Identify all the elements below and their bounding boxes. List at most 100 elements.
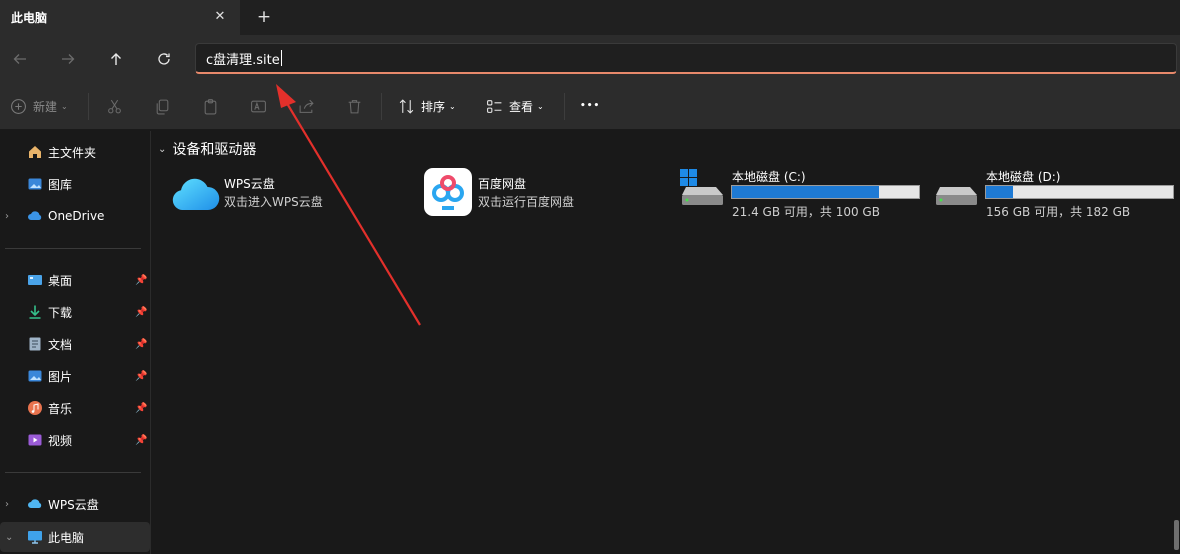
drive-space: 21.4 GB 可用，共 100 GB [732, 205, 880, 219]
address-input[interactable]: c盘清理.site [206, 49, 280, 68]
tile-wps-cloud[interactable]: WPS云盘 双击进入WPS云盘 [170, 170, 410, 220]
close-tab-icon[interactable]: ✕ [212, 9, 228, 25]
sidebar-item-label: 桌面 [48, 273, 73, 288]
drive-space: 156 GB 可用，共 182 GB [986, 205, 1131, 219]
copy-icon [156, 99, 169, 114]
delete-button[interactable] [346, 95, 363, 117]
drive-usage-bar [731, 185, 920, 199]
sort-label: 排序 [421, 99, 446, 114]
copy-button[interactable] [154, 95, 171, 117]
pin-icon[interactable]: 📌 [135, 371, 147, 382]
sidebar-item-documents[interactable]: 文档 📌 [0, 330, 150, 358]
chevron-right-icon[interactable]: › [5, 211, 9, 222]
pin-icon[interactable]: 📌 [135, 307, 147, 318]
drive-usage-fill [986, 186, 1013, 198]
sidebar-item-this-pc[interactable]: ⌄ 此电脑 [0, 522, 150, 552]
chevron-right-icon[interactable]: › [5, 499, 9, 510]
drive-name: 本地磁盘 (C:) [732, 170, 806, 184]
download-icon [26, 304, 43, 321]
home-icon [26, 144, 43, 161]
tile-baidu-netdisk[interactable]: 百度网盘 双击运行百度网盘 [424, 168, 664, 218]
address-bar[interactable]: c盘清理.site [195, 43, 1177, 74]
pin-icon[interactable]: 📌 [135, 275, 147, 286]
forward-icon[interactable] [56, 47, 80, 71]
share-icon [299, 99, 314, 113]
sidebar-item-music[interactable]: 音乐 📌 [0, 394, 150, 422]
up-icon[interactable] [104, 47, 128, 71]
video-icon [26, 432, 43, 449]
drive-icon [932, 167, 980, 207]
new-label: 新建 [33, 99, 58, 114]
sidebar-item-downloads[interactable]: 下载 📌 [0, 298, 150, 326]
system-drive-icon [678, 167, 726, 207]
pin-icon[interactable]: 📌 [135, 403, 147, 414]
sort-icon [399, 98, 414, 114]
chevron-down-icon: ⌄ [61, 101, 68, 111]
paste-button[interactable] [202, 95, 219, 117]
sidebar-item-videos[interactable]: 视频 📌 [0, 426, 150, 454]
new-button[interactable]: 新建 ⌄ [10, 95, 68, 117]
navigation-pane: 主文件夹 图库 › OneDrive 桌面 📌 下载 📌 文档 📌 图片 📌 音… [0, 131, 150, 554]
sidebar-item-label: 主文件夹 [48, 145, 97, 160]
refresh-icon[interactable] [152, 47, 176, 71]
new-tab-icon[interactable]: + [256, 9, 272, 26]
sidebar-item-gallery[interactable]: 图库 [0, 170, 150, 198]
tile-description: 双击进入WPS云盘 [224, 195, 323, 209]
sidebar-item-wps-cloud[interactable]: › WPS云盘 [0, 490, 150, 518]
sidebar-item-onedrive[interactable]: › OneDrive [0, 202, 150, 230]
sidebar-item-label: OneDrive [48, 209, 105, 223]
command-bar: 新建 ⌄ 排序 ⌄ 查看 ⌄ ••• [0, 83, 1180, 130]
tab-this-pc[interactable]: 此电脑 ✕ [0, 0, 240, 35]
gallery-icon [26, 176, 43, 193]
cut-button[interactable] [106, 95, 123, 117]
sidebar-item-desktop[interactable]: 桌面 📌 [0, 266, 150, 294]
music-icon [26, 400, 43, 417]
this-pc-icon [26, 529, 43, 546]
sidebar-item-label: WPS云盘 [48, 497, 99, 512]
sidebar-item-home[interactable]: 主文件夹 [0, 138, 150, 166]
pane-divider[interactable] [150, 131, 151, 554]
chevron-down-icon[interactable]: ⌄ [5, 532, 13, 543]
text-caret [280, 50, 282, 66]
drive-usage-bar [985, 185, 1174, 199]
back-icon[interactable] [8, 47, 32, 71]
section-header-devices[interactable]: ⌄ 设备和驱动器 [158, 138, 256, 160]
pin-icon[interactable]: 📌 [135, 435, 147, 446]
baidu-netdisk-icon [424, 168, 472, 216]
document-icon [26, 336, 43, 353]
more-options-button[interactable]: ••• [580, 95, 600, 117]
scrollbar-thumb[interactable] [1174, 520, 1179, 550]
rename-icon [251, 100, 266, 112]
sort-button[interactable]: 排序 ⌄ [398, 95, 456, 117]
toolbar-divider [381, 93, 382, 120]
chevron-down-icon: ⌄ [449, 101, 456, 111]
drive-c[interactable]: 本地磁盘 (C:) 21.4 GB 可用，共 100 GB [678, 165, 923, 220]
view-button[interactable]: 查看 ⌄ [486, 95, 544, 117]
rename-button[interactable] [250, 95, 267, 117]
chevron-down-icon: ⌄ [537, 101, 544, 111]
onedrive-icon [26, 208, 43, 225]
plus-circle-icon [11, 98, 26, 114]
more-icon: ••• [580, 101, 601, 111]
sidebar-divider [5, 248, 141, 249]
tab-title: 此电脑 [11, 11, 48, 25]
sidebar-item-label: 图片 [48, 369, 73, 384]
share-button[interactable] [298, 95, 315, 117]
toolbar-divider [564, 93, 565, 120]
sidebar-item-label: 此电脑 [48, 530, 85, 545]
desktop-icon [26, 272, 43, 289]
wps-cloud-icon [170, 170, 220, 216]
wps-cloud-icon [26, 496, 43, 513]
navigation-bar: c盘清理.site [0, 35, 1180, 83]
chevron-down-icon: ⌄ [158, 143, 167, 155]
view-label: 查看 [509, 99, 534, 114]
pin-icon[interactable]: 📌 [135, 339, 147, 350]
sidebar-item-label: 文档 [48, 337, 73, 352]
sidebar-divider [5, 472, 141, 473]
drive-d[interactable]: 本地磁盘 (D:) 156 GB 可用，共 182 GB [932, 165, 1177, 220]
scissors-icon [108, 99, 121, 113]
toolbar-divider [88, 93, 89, 120]
pictures-icon [26, 368, 43, 385]
sidebar-item-pictures[interactable]: 图片 📌 [0, 362, 150, 390]
tile-description: 双击运行百度网盘 [478, 195, 575, 209]
